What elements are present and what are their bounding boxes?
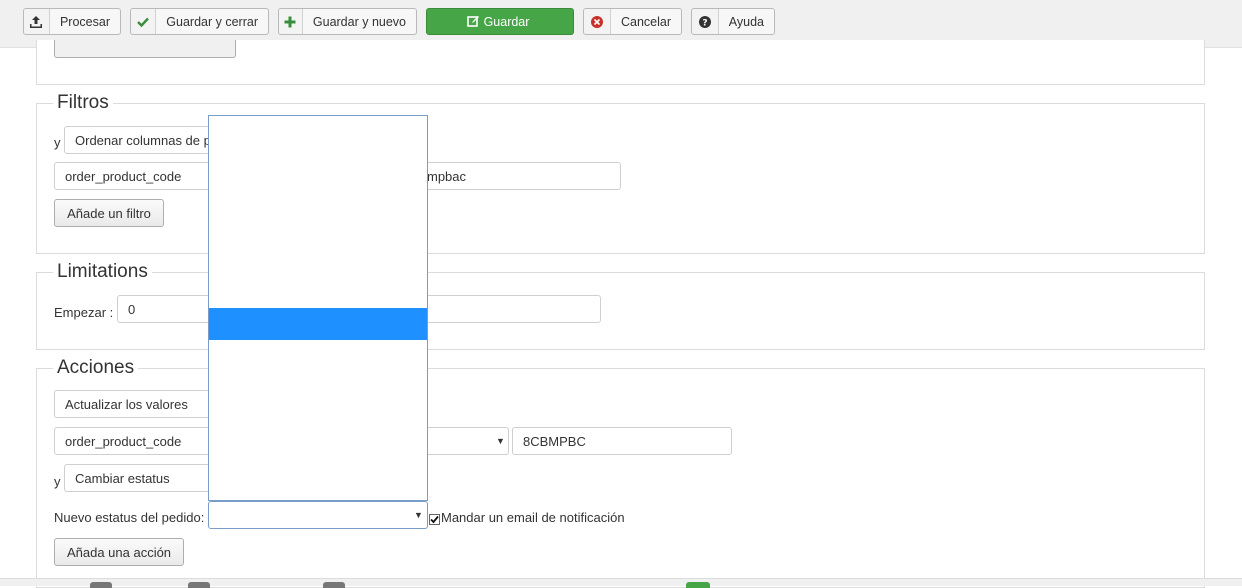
action-type-select[interactable]: Actualizar los valores <box>54 390 214 418</box>
status-action-select-value: Cambiar estatus <box>75 470 170 486</box>
edit-icon <box>466 15 480 28</box>
new-status-label: Nuevo estatus del pedido: <box>54 510 205 525</box>
help-button[interactable]: ? Ayuda <box>691 8 775 35</box>
upload-icon <box>24 9 50 34</box>
dropdown-option-selected[interactable] <box>209 308 427 340</box>
dropdown-option[interactable] <box>209 180 427 212</box>
previous-section-button[interactable] <box>54 40 236 58</box>
dropdown-option[interactable] <box>209 276 427 308</box>
cancel-button-label: Cancelar <box>620 14 671 29</box>
checkmark-icon <box>430 515 439 524</box>
filters-value-text: mpbac <box>427 168 467 184</box>
save-close-button[interactable]: Guardar y cerrar <box>130 8 269 35</box>
save-button[interactable]: Guardar <box>426 8 574 35</box>
status-badge <box>90 582 112 588</box>
dropdown-option[interactable] <box>209 244 427 276</box>
dropdown-option[interactable] <box>209 340 427 372</box>
dropdown-option[interactable] <box>209 116 427 148</box>
dropdown-option[interactable] <box>209 404 427 436</box>
status-action-select[interactable]: Cambiar estatus <box>64 464 214 492</box>
chevron-down-icon: ▼ <box>496 436 505 446</box>
filters-field-select-value: order_product_code <box>65 168 182 184</box>
status-badge <box>323 582 345 588</box>
help-icon: ? <box>692 9 719 34</box>
filters-value-input[interactable]: mpbac <box>400 162 621 190</box>
add-filter-button-label: Añade un filtro <box>67 205 151 221</box>
dropdown-option[interactable] <box>209 436 427 468</box>
actions-conjunction: y <box>54 474 61 489</box>
help-button-label: Ayuda <box>728 14 764 29</box>
limitations-legend: Limitations <box>53 261 152 283</box>
start-label: Empezar : <box>54 305 114 320</box>
filters-sort-select[interactable]: Ordenar columnas de p <box>64 126 214 154</box>
status-bar <box>0 578 1242 588</box>
dropdown-option[interactable] <box>209 468 427 500</box>
dropdown-option[interactable] <box>209 372 427 404</box>
notify-checkbox[interactable] <box>429 514 440 525</box>
new-status-select[interactable] <box>208 501 428 529</box>
actions-legend: Acciones <box>53 357 139 379</box>
chevron-down-icon: ▼ <box>414 510 423 520</box>
add-action-button[interactable]: Añada una acción <box>54 538 184 566</box>
status-badge <box>188 582 210 588</box>
save-new-button-label: Guardar y nuevo <box>312 14 406 29</box>
filters-sort-select-value: Ordenar columnas de p <box>75 132 211 148</box>
plus-icon <box>279 9 303 34</box>
filters-field-select[interactable]: order_product_code <box>54 162 214 190</box>
cancel-button[interactable]: Cancelar <box>583 8 682 35</box>
action-field-select-value: order_product_code <box>65 433 182 449</box>
save-new-button[interactable]: Guardar y nuevo <box>278 8 417 35</box>
action-value-text: 8CBMPBC <box>523 433 586 449</box>
dropdown-option[interactable] <box>209 148 427 180</box>
status-badge <box>686 582 710 588</box>
cancel-circle-icon <box>584 9 611 34</box>
save-button-label: Guardar <box>483 14 530 29</box>
notify-label: Mandar un email de notificación <box>441 510 625 525</box>
filters-legend: Filtros <box>53 92 113 114</box>
start-input-value: 0 <box>128 301 136 317</box>
process-button-label: Procesar <box>59 14 110 29</box>
check-icon <box>131 9 157 34</box>
filters-conjunction: y <box>54 135 61 150</box>
add-action-button-label: Añada una acción <box>66 544 172 560</box>
svg-text:?: ? <box>702 18 707 28</box>
save-close-button-label: Guardar y cerrar <box>166 14 258 29</box>
process-button[interactable]: Procesar <box>23 8 121 35</box>
add-filter-button[interactable]: Añade un filtro <box>54 199 164 227</box>
status-dropdown-list <box>208 115 428 501</box>
action-type-select-value: Actualizar los valores <box>65 396 188 412</box>
dropdown-option[interactable] <box>209 212 427 244</box>
action-value-input[interactable]: 8CBMPBC <box>512 427 732 455</box>
